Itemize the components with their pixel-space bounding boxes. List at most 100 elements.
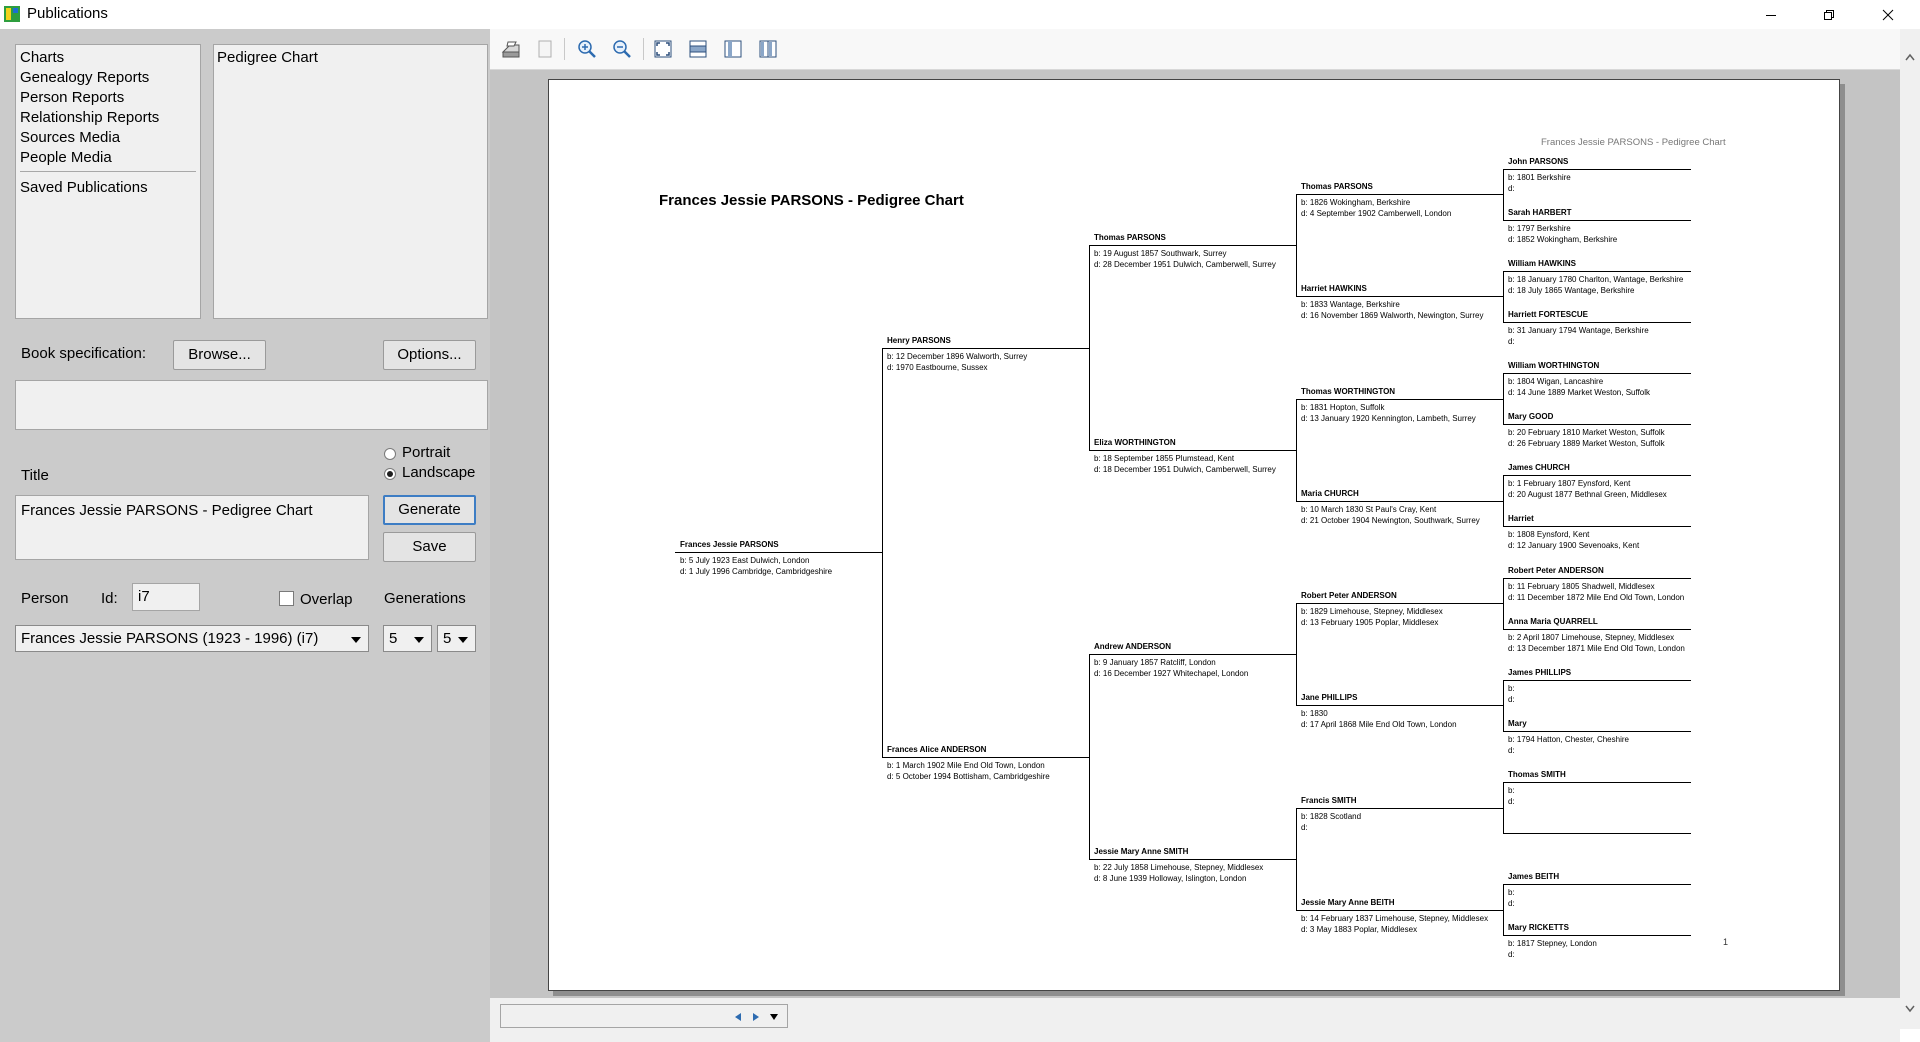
chevron-down-icon[interactable]	[769, 1013, 779, 1021]
person-details: b: 31 January 1794 Wantage, Berkshire d:	[1508, 326, 1649, 346]
window-title: Publications	[27, 5, 108, 22]
pedigree-connector	[1089, 245, 1296, 246]
type-item-pedigree-chart[interactable]: Pedigree Chart	[217, 48, 318, 68]
print-icon[interactable]	[498, 36, 524, 62]
person-details: b: 1801 Berkshire d:	[1508, 173, 1571, 193]
pedigree-connector	[1089, 654, 1296, 655]
person-label: Person	[21, 590, 69, 607]
restore-button[interactable]	[1800, 0, 1858, 29]
page-navigator[interactable]	[500, 1004, 788, 1028]
pedigree-branch	[1296, 808, 1297, 911]
minimize-button[interactable]	[1742, 0, 1800, 29]
portrait-radio[interactable]	[384, 448, 396, 460]
book-spec-label: Book specification:	[21, 345, 147, 362]
fit-page-icon[interactable]	[650, 36, 676, 62]
pedigree-connector	[675, 552, 882, 553]
pedigree-connector	[1503, 935, 1691, 936]
category-item-genealogy-reports[interactable]: Genealogy Reports	[20, 68, 159, 88]
person-name: Harriet	[1508, 514, 1534, 523]
overlap-checkbox[interactable]	[279, 591, 294, 606]
pedigree-connector	[1503, 578, 1691, 579]
landscape-radio[interactable]	[384, 468, 396, 480]
pedigree-connector	[1503, 169, 1691, 170]
person-name: Thomas WORTHINGTON	[1301, 387, 1396, 396]
category-item-people-media[interactable]: People Media	[20, 148, 159, 168]
person-details: b: 1804 Wigan, Lancashire d: 14 June 1889…	[1508, 377, 1651, 397]
publication-type-list[interactable]: Pedigree Chart	[213, 44, 488, 319]
pedigree-branch	[1503, 475, 1504, 527]
category-item-saved-publications[interactable]: Saved Publications	[20, 178, 148, 198]
person-details: b: 22 July 1858 Limehouse, Stepney, Midd…	[1094, 863, 1264, 883]
scroll-up-icon	[1905, 53, 1915, 61]
person-details: b: 19 August 1857 Southwark, Surrey d: 28…	[1094, 249, 1276, 269]
overlap-label: Overlap	[300, 591, 353, 608]
id-field[interactable]: i7	[132, 583, 200, 611]
book-spec-field[interactable]	[15, 380, 488, 430]
vertical-scrollbar[interactable]	[1900, 29, 1920, 1029]
person-details: b: 1 February 1807 Eynsford, Kent d: 20 A…	[1508, 479, 1667, 499]
person-details: b: 1830 d: 17 April 1868 Mile End Old Tow…	[1301, 709, 1457, 729]
zoom-in-icon[interactable]	[574, 36, 600, 62]
pedigree-branch	[1503, 578, 1504, 630]
single-page-icon[interactable]	[720, 36, 746, 62]
person-details: b: 18 January 1780 Charlton, Wantage, Be…	[1508, 275, 1684, 295]
category-item-charts[interactable]: Charts	[20, 48, 159, 68]
generations-select-2[interactable]: 5	[437, 625, 476, 652]
person-name: Francis SMITH	[1301, 796, 1357, 805]
pedigree-branch	[1089, 654, 1090, 860]
pedigree-connector	[1503, 782, 1691, 783]
pedigree-branch	[1503, 680, 1504, 732]
pedigree-branch	[1089, 245, 1090, 451]
person-details: b: 1828 Scotland d:	[1301, 812, 1362, 832]
person-details: b: 1797 Berkshire d: 1852 Wokingham, Berk…	[1508, 224, 1618, 244]
pedigree-connector	[1296, 194, 1503, 195]
next-page-icon[interactable]	[751, 1012, 761, 1022]
zoom-out-icon[interactable]	[609, 36, 635, 62]
pedigree-connector	[1503, 475, 1691, 476]
pedigree-connector	[882, 348, 1089, 349]
title-field-value: Frances Jessie PARSONS - Pedigree Chart	[21, 502, 313, 519]
person-name: James BEITH	[1508, 872, 1560, 881]
browse-button[interactable]: Browse...	[173, 340, 266, 370]
person-name: Robert Peter ANDERSON	[1301, 591, 1397, 600]
previous-page-icon[interactable]	[733, 1012, 743, 1022]
chevron-down-icon	[458, 637, 468, 643]
generations-label: Generations	[384, 590, 466, 607]
chevron-down-icon	[351, 637, 361, 643]
pedigree-connector	[1089, 859, 1296, 860]
copy-icon[interactable]	[532, 36, 558, 62]
list-divider	[20, 171, 196, 172]
person-name: Maria CHURCH	[1301, 489, 1359, 498]
person-name: Thomas SMITH	[1508, 770, 1566, 779]
close-button[interactable]	[1859, 0, 1917, 29]
two-pages-icon[interactable]	[755, 36, 781, 62]
scroll-down-icon	[1905, 1005, 1915, 1013]
category-item-sources-media[interactable]: Sources Media	[20, 128, 159, 148]
options-button[interactable]: Options...	[383, 340, 476, 370]
toolbar-separator	[643, 38, 644, 60]
person-details: b: 18 September 1855 Plumstead, Kent d: 1…	[1094, 454, 1276, 474]
fit-width-icon[interactable]	[685, 36, 711, 62]
pedigree-connector	[1296, 501, 1503, 502]
generate-button[interactable]: Generate	[383, 495, 476, 525]
person-details: b: 12 December 1896 Walworth, Surrey d: 1…	[887, 352, 1028, 372]
pedigree-connector	[1296, 705, 1503, 706]
category-item-person-reports[interactable]: Person Reports	[20, 88, 159, 108]
generations-select-1[interactable]: 5	[383, 625, 432, 652]
pedigree-connector	[1296, 808, 1503, 809]
person-select[interactable]: Frances Jessie PARSONS (1923 - 1996) (i7…	[15, 625, 369, 652]
category-list[interactable]: Charts Genealogy Reports Person Reports …	[15, 44, 201, 319]
person-name: James PHILLIPS	[1508, 668, 1572, 677]
person-name: William WORTHINGTON	[1508, 361, 1600, 370]
pedigree-connector	[1503, 322, 1691, 323]
person-details: b: 14 February 1837 Limehouse, Stepney, …	[1301, 914, 1489, 934]
pedigree-branch	[882, 348, 883, 758]
category-item-relationship-reports[interactable]: Relationship Reports	[20, 108, 159, 128]
person-details: b: 2 April 1807 Limehouse, Stepney, Midd…	[1508, 633, 1685, 653]
title-field[interactable]: Frances Jessie PARSONS - Pedigree Chart	[15, 495, 369, 560]
person-details: b: 1826 Wokingham, Berkshire d: 4 Septemb…	[1301, 198, 1452, 218]
person-details: b: d:	[1508, 684, 1515, 704]
save-button[interactable]: Save	[383, 532, 476, 562]
pedigree-connector	[1296, 603, 1503, 604]
person-name: Jessie Mary Anne BEITH	[1301, 898, 1395, 907]
